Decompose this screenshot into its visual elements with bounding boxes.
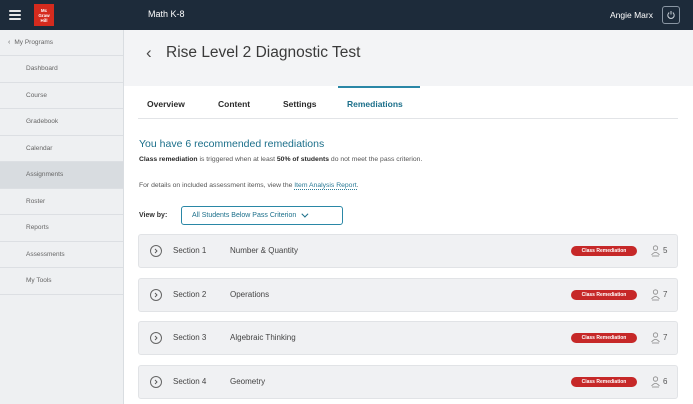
- sidebar-item-dashboard[interactable]: Dashboard: [0, 56, 123, 83]
- sections-list: Section 1 Number & Quantity Class Remedi…: [138, 234, 678, 404]
- students-icon: [651, 375, 660, 387]
- class-remediation-badge: Class Remediation: [571, 246, 637, 256]
- sidebar-item-course[interactable]: Course: [0, 83, 123, 109]
- back-to-programs-label: My Programs: [14, 39, 53, 46]
- section-name: Number & Quantity: [230, 246, 299, 255]
- sidebar-item-assignments[interactable]: Assignments: [0, 162, 123, 189]
- tab-settings[interactable]: Settings: [283, 99, 317, 109]
- student-count: 7: [663, 333, 668, 342]
- section-row-2[interactable]: Section 2 Operations Class Remediation 7: [138, 277, 678, 312]
- section-row-3[interactable]: Section 3 Algebraic Thinking Class Remed…: [138, 321, 678, 355]
- desc-text-1: is triggered when at least: [197, 156, 277, 163]
- desc-bold-percent: 50% of students: [276, 156, 330, 163]
- tab-remediations[interactable]: Remediations: [347, 99, 403, 109]
- hamburger-menu-button[interactable]: [0, 0, 30, 30]
- sidebar-item-assessments[interactable]: Assessments: [0, 242, 123, 268]
- chevron-down-icon: [301, 210, 309, 218]
- view-by-label: View by:: [139, 212, 168, 219]
- class-remediation-badge: Class Remediation: [571, 289, 637, 300]
- students-icon: [651, 288, 660, 300]
- section-number: Section 3: [173, 333, 207, 342]
- power-icon: [667, 11, 675, 19]
- desc-text-2: do not meet the pass criterion.: [329, 156, 423, 163]
- sidebar-item-roster[interactable]: Roster: [0, 189, 123, 215]
- hamburger-icon: [9, 10, 21, 20]
- user-menu-button[interactable]: [662, 6, 680, 24]
- student-count: 5: [663, 246, 668, 255]
- remediation-description: Class remediation is triggered when at l…: [139, 156, 422, 163]
- top-bar: Mc Graw Hill Math K-8 Angie Marx: [0, 0, 693, 30]
- view-by-selected-value: All Students Below Pass Criterion: [192, 212, 297, 219]
- students-icon: [651, 245, 660, 257]
- main-content: ‹ Rise Level 2 Diagnostic Test Overview …: [124, 30, 693, 404]
- back-to-programs-link[interactable]: ‹ My Programs: [0, 30, 123, 56]
- tab-overview[interactable]: Overview: [147, 99, 185, 109]
- app-title: Math K-8: [148, 9, 185, 19]
- class-remediation-badge: Class Remediation: [571, 376, 637, 387]
- sidebar-item-gradebook[interactable]: Gradebook: [0, 109, 123, 136]
- desc-bold-class-remediation: Class remediation: [139, 156, 198, 163]
- details-prefix: For details on included assessment items…: [139, 182, 295, 189]
- mcgraw-hill-logo[interactable]: Mc Graw Hill: [34, 4, 54, 26]
- sidebar-item-my-tools[interactable]: My Tools: [0, 268, 123, 295]
- sidebar: ‹ My Programs Dashboard Course Gradebook…: [0, 30, 124, 404]
- details-suffix: .: [356, 182, 359, 189]
- tab-content[interactable]: Content: [218, 99, 250, 109]
- section-number: Section 2: [173, 289, 207, 299]
- section-name: Operations: [230, 289, 270, 299]
- chevron-left-icon: ‹: [8, 39, 11, 46]
- section-number: Section 4: [173, 376, 207, 386]
- active-tab-indicator: [338, 86, 420, 88]
- section-row-4[interactable]: Section 4 Geometry Class Remediation 6: [138, 364, 678, 399]
- page-header: ‹ Rise Level 2 Diagnostic Test: [124, 30, 693, 86]
- details-text: For details on included assessment items…: [139, 182, 359, 190]
- expand-toggle-icon[interactable]: [150, 375, 162, 388]
- student-count: 7: [663, 289, 668, 299]
- expand-toggle-icon[interactable]: [150, 332, 162, 344]
- section-name: Geometry: [230, 376, 266, 386]
- remediations-heading: You have 6 recommended remediations: [139, 138, 325, 150]
- section-row-1[interactable]: Section 1 Number & Quantity Class Remedi…: [138, 234, 678, 268]
- item-analysis-report-link[interactable]: Item Analysis Report: [294, 182, 357, 190]
- class-remediation-badge: Class Remediation: [571, 333, 637, 343]
- sidebar-item-reports[interactable]: Reports: [0, 215, 123, 242]
- tab-bar: Overview Content Settings Remediations: [138, 86, 678, 119]
- sidebar-item-calendar[interactable]: Calendar: [0, 136, 123, 162]
- page-title: Rise Level 2 Diagnostic Test: [166, 44, 361, 61]
- students-icon: [651, 332, 660, 344]
- user-name[interactable]: Angie Marx: [610, 10, 653, 20]
- section-name: Algebraic Thinking: [230, 333, 296, 342]
- section-number: Section 1: [173, 246, 207, 255]
- logo-line-3: Hill: [40, 17, 48, 23]
- view-by-dropdown[interactable]: All Students Below Pass Criterion: [181, 206, 343, 225]
- student-count: 6: [663, 376, 668, 386]
- expand-toggle-icon[interactable]: [150, 245, 162, 257]
- back-chevron-icon[interactable]: ‹: [146, 43, 152, 63]
- expand-toggle-icon[interactable]: [150, 288, 162, 301]
